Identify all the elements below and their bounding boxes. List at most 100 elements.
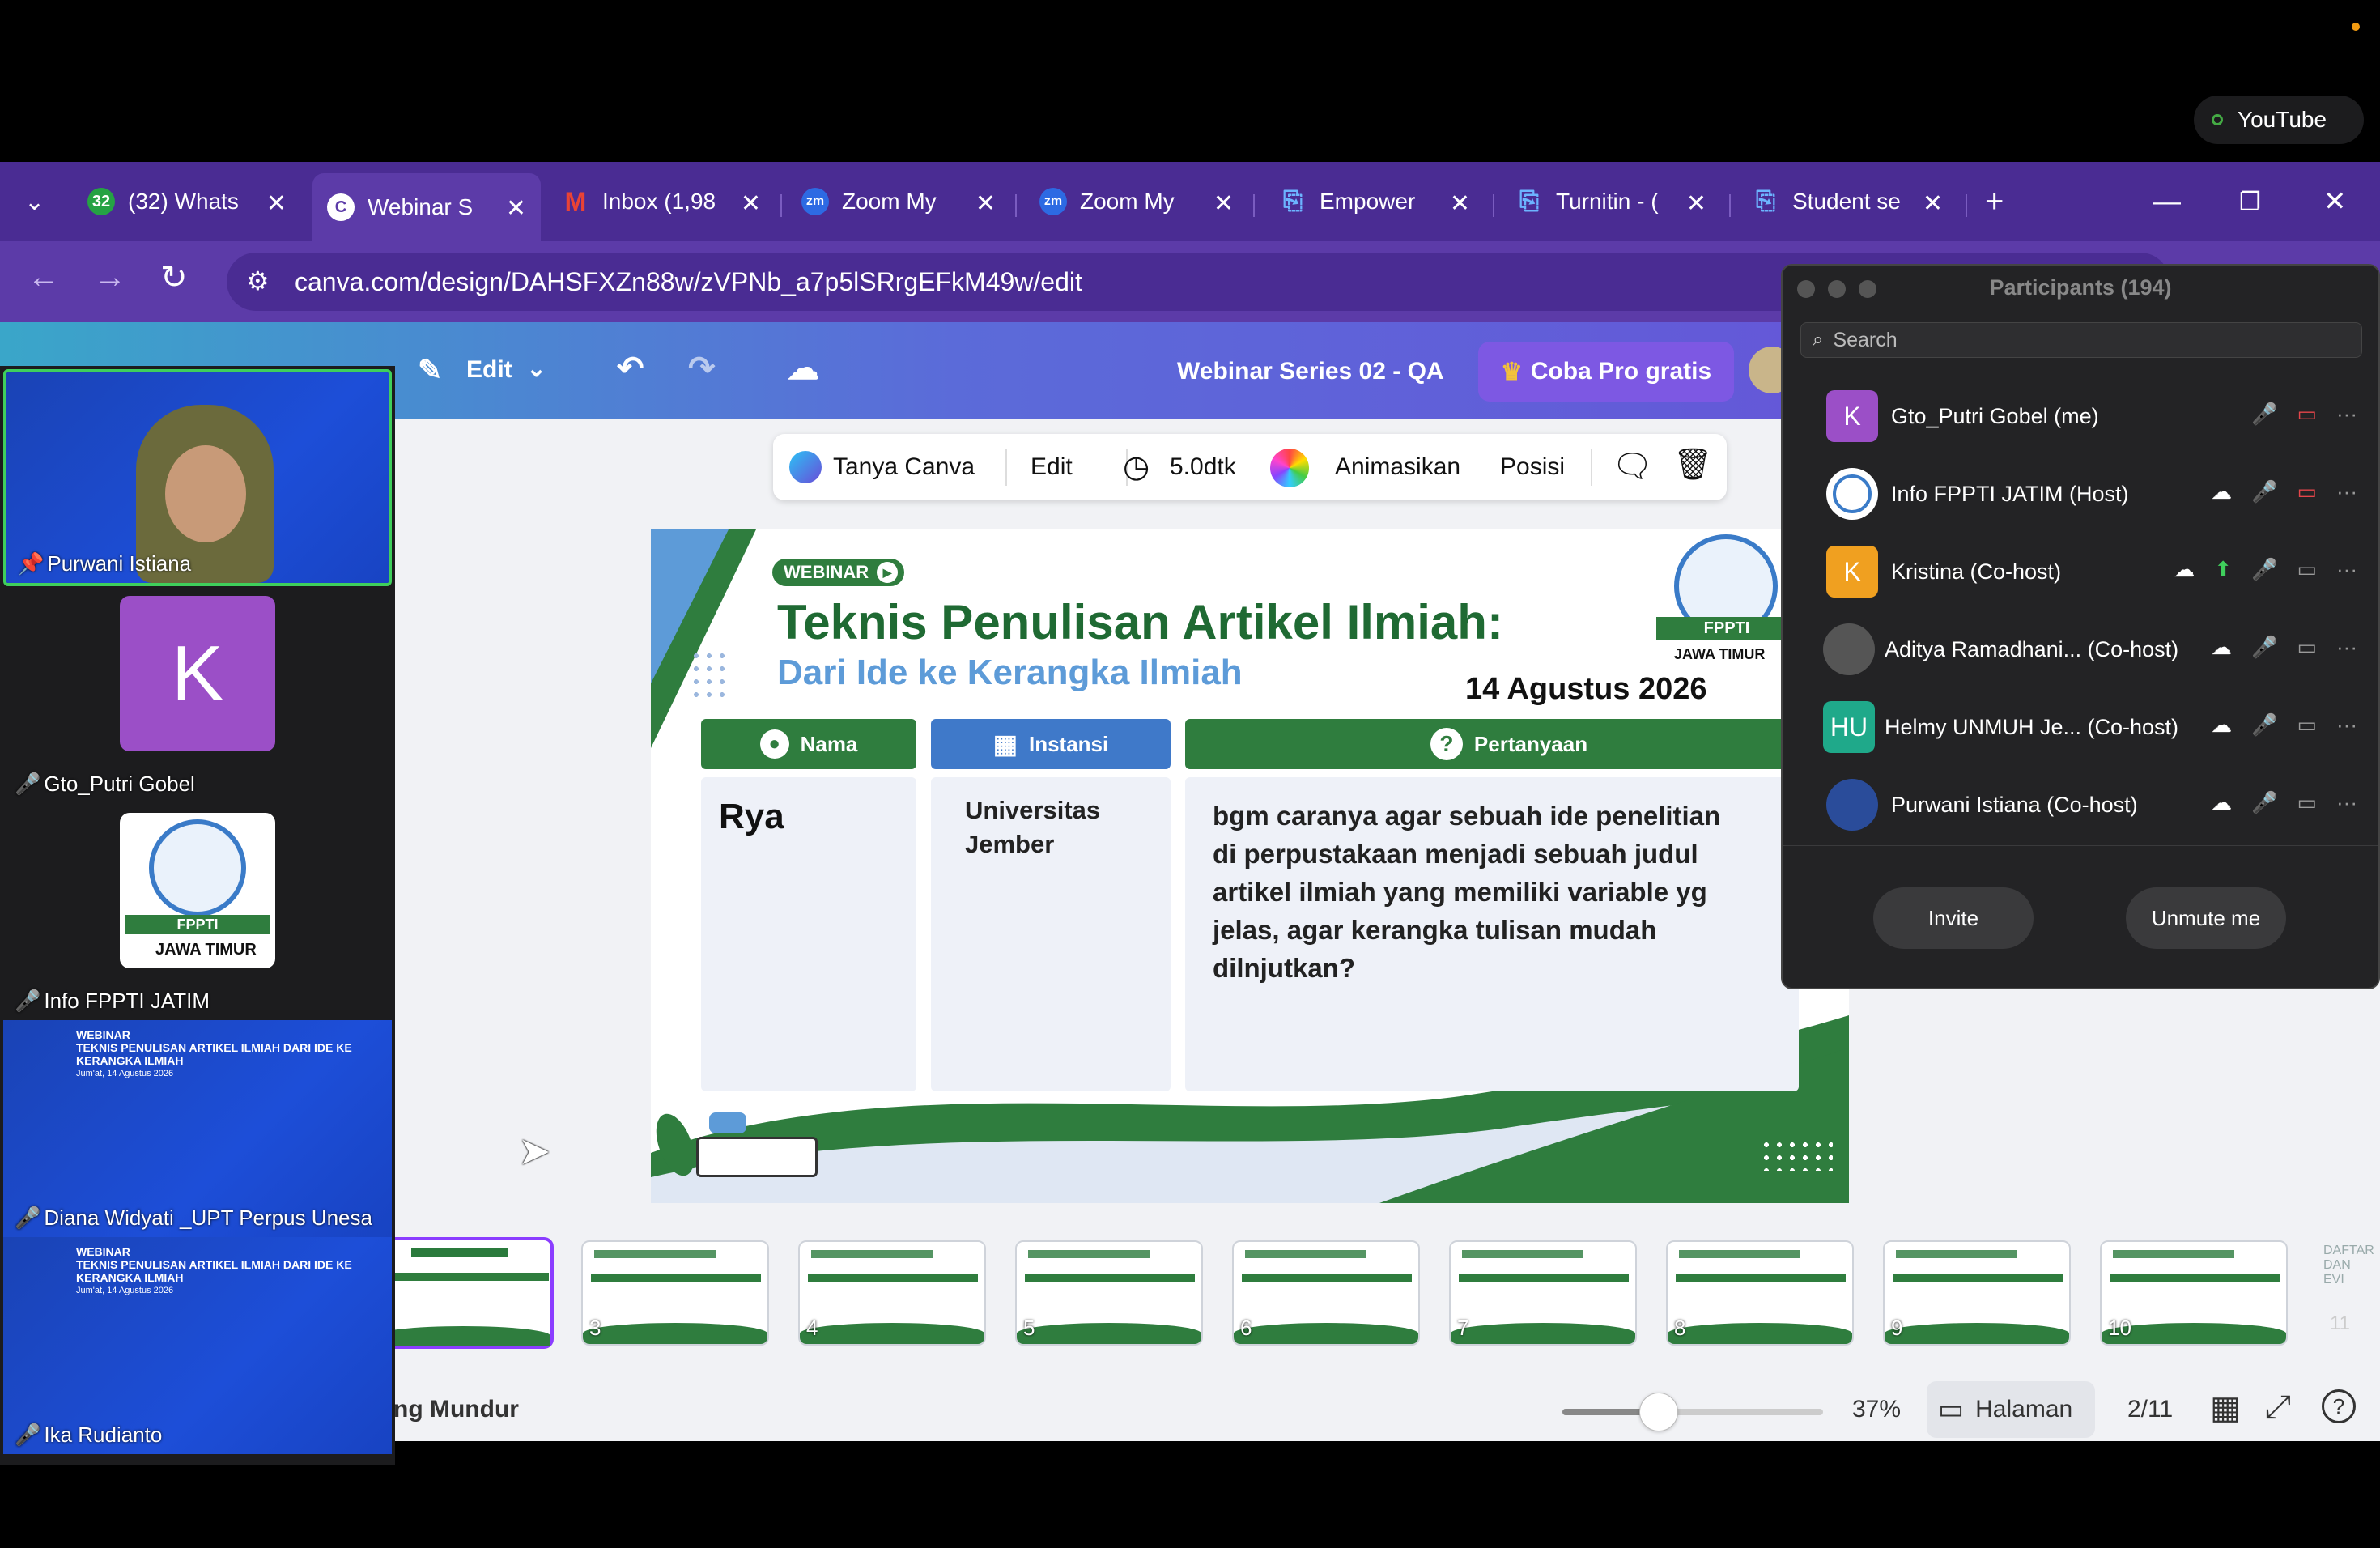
close-icon[interactable]: ✕ xyxy=(741,189,761,218)
more-icon[interactable]: ··· xyxy=(2336,712,2357,738)
video-tile[interactable]: K 🎤 Gto_Putri Gobel xyxy=(3,586,392,803)
mic-muted-icon[interactable]: 🎤 xyxy=(2251,557,2277,582)
zoom-slider[interactable] xyxy=(1562,1393,1823,1431)
video-tile-speaker[interactable]: 📌 Purwani Istiana xyxy=(3,369,392,586)
video-icon[interactable]: ▭ xyxy=(2297,557,2317,582)
close-icon[interactable]: ✕ xyxy=(266,189,287,218)
try-pro-button[interactable]: ♛ Coba Pro gratis xyxy=(1478,342,1734,402)
participant-row[interactable]: Purwani Istiana (Co-host) ☁ 🎤 ▭ ··· xyxy=(1783,766,2378,844)
trash-icon[interactable]: 🗑 xyxy=(1673,447,1712,483)
pages-view-button[interactable]: ▭ Halaman xyxy=(1927,1381,2095,1438)
thumb-header-bar xyxy=(2110,1274,2280,1282)
thumb-header-bar xyxy=(1459,1274,1629,1282)
fullscreen-icon[interactable]: ⤢ xyxy=(2265,1389,2291,1426)
minimize-icon[interactable]: — xyxy=(2153,178,2181,225)
slide-thumbnail[interactable]: 8 xyxy=(1666,1240,1854,1346)
site-settings-icon[interactable]: ⚙ xyxy=(246,266,270,296)
slide-thumbnail[interactable]: 4 xyxy=(798,1240,986,1346)
participant-row[interactable]: K Gto_Putri Gobel (me) 🎤 ▭ ··· xyxy=(1783,377,2378,455)
notes-button[interactable]: ng Mundur xyxy=(393,1396,519,1423)
more-icon[interactable]: ··· xyxy=(2336,479,2357,504)
zoom-slider-knob[interactable] xyxy=(1639,1393,1679,1431)
video-icon[interactable]: ▭ xyxy=(2297,712,2317,738)
slide-thumbnail[interactable]: 6 xyxy=(1232,1240,1420,1346)
slide-thumbnail[interactable]: 5 xyxy=(1015,1240,1203,1346)
name-cell: Rya xyxy=(701,777,916,1091)
tab-turnitin[interactable]: ⎘ Turnitin - ( ✕ xyxy=(1515,178,1706,225)
tab-student[interactable]: ⎘ Student se ✕ xyxy=(1752,178,1943,225)
video-tile[interactable]: WEBINAR TEKNIS PENULISAN ARTIKEL ILMIAH D… xyxy=(3,1020,392,1237)
close-icon[interactable]: ✕ xyxy=(1450,189,1470,218)
participant-name-text: Gto_Putri Gobel xyxy=(44,772,195,796)
more-icon[interactable]: ··· xyxy=(2336,635,2357,660)
mic-icon[interactable]: 🎤 xyxy=(2251,635,2277,660)
video-icon[interactable]: ▭ xyxy=(2297,635,2317,660)
document-title[interactable]: Webinar Series 02 - QA xyxy=(1177,358,1444,385)
help-icon[interactable]: ? xyxy=(2322,1389,2356,1423)
participant-row[interactable]: K Kristina (Co-host) ☁ ⬆ 🎤 ▭ ··· xyxy=(1783,533,2378,610)
reload-icon[interactable]: ↻ xyxy=(160,259,188,296)
video-icon[interactable]: ▭ xyxy=(2297,790,2317,815)
logo-subtext: JAWA TIMUR xyxy=(155,941,257,959)
position-button[interactable]: Posisi xyxy=(1500,453,1565,481)
edit-menu[interactable]: Edit xyxy=(466,356,512,384)
window-close-icon[interactable]: ✕ xyxy=(2323,178,2347,225)
invite-button[interactable]: Invite xyxy=(1873,887,2034,949)
close-icon[interactable]: ✕ xyxy=(975,189,996,218)
search-input[interactable]: ⌕ Search xyxy=(1800,322,2362,358)
mic-icon[interactable]: 🎤 xyxy=(2251,790,2277,815)
tab-empower[interactable]: ⎘ Empower ✕ xyxy=(1279,178,1470,225)
slide-thumbnail[interactable]: 10 xyxy=(2100,1240,2288,1346)
tab-canva-active[interactable]: C Webinar S ✕ xyxy=(312,173,541,241)
zoom-level[interactable]: 37% xyxy=(1852,1396,1901,1423)
tab-zoom-2[interactable]: zm Zoom My ✕ xyxy=(1039,178,1234,225)
slide-thumbnail[interactable]: 9 xyxy=(1883,1240,2071,1346)
tab-whatsapp[interactable]: 32 (32) Whats ✕ xyxy=(87,178,287,225)
close-icon[interactable]: ✕ xyxy=(1213,189,1234,218)
slide-thumbnail-11[interactable]: DAFTAR DAN EVI 11 xyxy=(2323,1244,2374,1341)
slide-thumbnail-current[interactable] xyxy=(372,1237,554,1349)
slide-thumbnail[interactable]: 3 xyxy=(581,1240,769,1346)
close-icon[interactable]: ✕ xyxy=(1923,189,1943,218)
more-icon[interactable]: ··· xyxy=(2336,557,2357,582)
close-icon[interactable]: ✕ xyxy=(506,194,526,223)
close-icon[interactable]: ✕ xyxy=(1686,189,1706,218)
add-comment-icon[interactable]: 🗨 xyxy=(1612,447,1653,485)
cloud-save-icon[interactable]: ☁ xyxy=(787,350,819,387)
mic-muted-icon[interactable]: 🎤 xyxy=(2251,402,2277,427)
participant-row[interactable]: HU Helmy UNMUH Je... (Co-host) ☁ 🎤 ▭ ··· xyxy=(1783,688,2378,766)
video-off-icon[interactable]: ▭ xyxy=(2297,479,2317,504)
grid-view-icon[interactable]: ▦ xyxy=(2210,1389,2241,1427)
chevron-down-icon[interactable]: ⌄ xyxy=(526,355,546,383)
video-tile[interactable]: FPPTI JAWA TIMUR 🎤 Info FPPTI JATIM xyxy=(3,803,392,1020)
forward-arrow-icon[interactable]: → xyxy=(94,259,126,296)
mic-muted-icon[interactable]: 🎤 xyxy=(2251,479,2277,504)
participant-row[interactable]: Aditya Ramadhani... (Co-host) ☁ 🎤 ▭ ··· xyxy=(1783,610,2378,688)
tab-zoom-1[interactable]: zm Zoom My ✕ xyxy=(801,178,996,225)
new-tab-button[interactable]: + xyxy=(1985,178,2004,225)
unmute-me-button[interactable]: Unmute me xyxy=(2126,887,2286,949)
slide-canvas[interactable]: WEBINAR ▶ Teknis Penulisan Artikel Ilmia… xyxy=(651,529,1849,1203)
mic-muted-icon[interactable]: 🎤 xyxy=(2251,712,2277,738)
duration-button[interactable]: 5.0dtk xyxy=(1170,453,1236,481)
video-tile[interactable]: WEBINAR TEKNIS PENULISAN ARTIKEL ILMIAH D… xyxy=(3,1237,392,1454)
ask-canva-button[interactable]: Tanya Canva xyxy=(833,453,975,481)
thumb-title xyxy=(1896,1250,2017,1258)
turnitin-icon: ⎘ xyxy=(1519,188,1539,215)
animate-button[interactable]: Animasikan xyxy=(1335,453,1460,481)
slide-thumbnail[interactable]: 7 xyxy=(1449,1240,1637,1346)
participant-row[interactable]: Info FPPTI JATIM (Host) ☁ 🎤 ▭ ··· xyxy=(1783,455,2378,533)
tab-gmail[interactable]: M Inbox (1,98 ✕ xyxy=(562,178,761,225)
tab-search-button[interactable]: ⌄ xyxy=(24,178,45,225)
redo-icon[interactable]: ↷ xyxy=(688,350,716,387)
edit-button[interactable]: Edit xyxy=(1031,453,1073,481)
restore-icon[interactable]: ❐ xyxy=(2239,178,2261,225)
more-icon[interactable]: ··· xyxy=(2336,402,2357,427)
video-off-icon[interactable]: ▭ xyxy=(2297,402,2317,427)
back-arrow-icon[interactable]: ← xyxy=(28,259,60,296)
tab-label: Webinar S xyxy=(368,194,474,219)
more-icon[interactable]: ··· xyxy=(2336,790,2357,815)
undo-icon[interactable]: ↶ xyxy=(617,350,644,387)
avatar xyxy=(1826,468,1878,520)
youtube-notification[interactable]: YouTube xyxy=(2194,96,2364,144)
